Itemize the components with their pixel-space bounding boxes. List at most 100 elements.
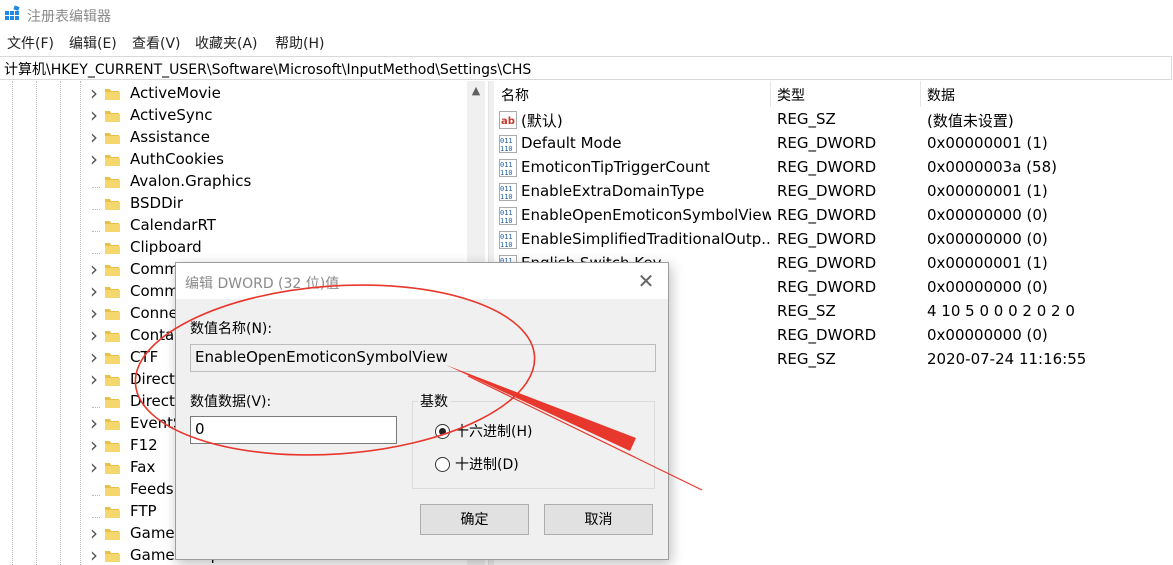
chevron-right-icon[interactable]: ›: [88, 125, 100, 149]
address-bar[interactable]: 计算机\HKEY_CURRENT_USER\Software\Microsoft…: [0, 56, 1172, 80]
tree-item[interactable]: › Fax: [88, 455, 155, 479]
value-row[interactable]: 011 110 EnableOpenEmoticonSymbolView REG_DW…: [494, 204, 1173, 228]
column-header-type[interactable]: 类型: [777, 85, 805, 105]
chevron-right-icon[interactable]: ›: [88, 455, 100, 479]
tree-item-label: ActiveSync: [130, 106, 213, 124]
chevron-right-icon[interactable]: ›: [88, 323, 100, 347]
folder-icon: [104, 153, 120, 166]
tree-item[interactable]: BSDDir: [88, 192, 183, 214]
tree-item[interactable]: › Conne: [88, 301, 178, 325]
folder-icon: [104, 505, 120, 518]
chevron-right-icon[interactable]: ›: [88, 367, 100, 391]
string-value-icon: ab: [499, 111, 517, 129]
value-data: 2020-07-24 11:16:55: [927, 350, 1087, 368]
folder-icon: [104, 351, 120, 364]
tree-guide-line: [36, 81, 37, 565]
tree-item[interactable]: › Direct: [88, 367, 175, 391]
value-data: 0x00000000 (0): [927, 230, 1048, 248]
chevron-right-icon[interactable]: ›: [88, 345, 100, 369]
folder-icon: [104, 219, 120, 232]
binary-value-icon: 011110: [499, 159, 517, 177]
tree-item[interactable]: Direct: [88, 390, 175, 412]
value-type: REG_DWORD: [777, 158, 877, 176]
value-data-input[interactable]: 0: [190, 416, 397, 444]
folder-icon: [104, 109, 120, 122]
value-data-label: 数值数据(V):: [190, 394, 272, 410]
value-row[interactable]: 011 110 EnableExtraDomainType REG_DWORD 0x00…: [494, 180, 1173, 204]
close-icon[interactable]: ✕: [634, 269, 658, 293]
chevron-right-icon[interactable]: ›: [88, 411, 100, 435]
dialog-title: 编辑 DWORD (32 位)值: [185, 276, 340, 292]
folder-icon: [104, 549, 120, 562]
value-name: Default Mode: [521, 134, 622, 152]
cancel-button[interactable]: 取消: [544, 504, 653, 535]
column-header-data[interactable]: 数据: [927, 85, 955, 105]
tree-guide-line: [60, 81, 61, 565]
menu-file[interactable]: 文件(F): [7, 33, 54, 53]
menu-view[interactable]: 查看(V): [132, 33, 181, 53]
value-row[interactable]: 011 110 Default Mode REG_DWORD 0x00000001 (1…: [494, 132, 1173, 156]
chevron-right-icon[interactable]: ›: [88, 103, 100, 127]
window-title: 注册表编辑器: [27, 9, 111, 25]
chevron-right-icon[interactable]: ›: [88, 279, 100, 303]
tree-item[interactable]: › Comm: [88, 279, 179, 303]
tree-item[interactable]: › AuthCookies: [88, 147, 224, 171]
column-separator[interactable]: [920, 81, 921, 107]
tree-item[interactable]: CalendarRT: [88, 214, 216, 236]
value-type: REG_DWORD: [777, 254, 877, 272]
tree-item[interactable]: › CTF: [88, 345, 159, 369]
chevron-right-icon[interactable]: ›: [88, 81, 100, 105]
base-group-title: 基数: [418, 391, 450, 411]
value-row[interactable]: ab (默认) REG_SZ (数值未设置): [494, 108, 1173, 132]
tree-item[interactable]: FTP: [88, 500, 157, 522]
value-row[interactable]: 011 110 EnableSimplifiedTraditionalOutp...…: [494, 228, 1173, 252]
tree-item[interactable]: › ActiveMovie: [88, 81, 221, 105]
chevron-right-icon[interactable]: ›: [88, 257, 100, 281]
tree-item[interactable]: › EventS: [88, 411, 183, 435]
chevron-right-icon[interactable]: ›: [88, 543, 100, 565]
tree-item[interactable]: › Assistance: [88, 125, 210, 149]
tree-item[interactable]: Avalon.Graphics: [88, 170, 251, 192]
column-separator[interactable]: [770, 81, 771, 107]
ok-button[interactable]: 确定: [420, 504, 529, 535]
tree-item[interactable]: › Conta: [88, 323, 174, 347]
tree-item-label: CTF: [130, 348, 159, 366]
tree-guide-line: [80, 81, 81, 565]
hex-radio[interactable]: 十六进制(H): [435, 421, 532, 441]
folder-icon: [104, 483, 120, 496]
chevron-right-icon[interactable]: ›: [88, 147, 100, 171]
tree-item[interactable]: › ActiveSync: [88, 103, 213, 127]
dec-radio[interactable]: 十进制(D): [435, 454, 519, 474]
tree-item-label: Avalon.Graphics: [130, 172, 252, 190]
tree-item[interactable]: › F12: [88, 433, 158, 457]
chevron-right-icon[interactable]: ›: [88, 433, 100, 457]
scroll-up-arrow-icon[interactable]: ▲: [467, 81, 485, 101]
tree-item-label: CalendarRT: [130, 216, 216, 234]
folder-icon: [104, 241, 120, 254]
tree-item[interactable]: Feeds: [88, 478, 174, 500]
chevron-right-icon[interactable]: ›: [88, 301, 100, 325]
value-row[interactable]: 011 110 EmoticonTipTriggerCount REG_DWORD 0x…: [494, 156, 1173, 180]
title-bar: 注册表编辑器: [0, 0, 1173, 30]
binary-value-icon: 011110: [499, 231, 517, 249]
chevron-right-icon[interactable]: ›: [88, 521, 100, 545]
tree-guide-line: [12, 81, 13, 565]
dec-radio-label: 十进制(D): [455, 457, 519, 473]
folder-icon: [104, 373, 120, 386]
tree-item-label: GameI: [130, 524, 180, 542]
column-header-name[interactable]: 名称: [501, 85, 529, 105]
value-data: 0x00000001 (1): [927, 134, 1048, 152]
tree-item-label: Conne: [130, 304, 178, 322]
menu-favorites[interactable]: 收藏夹(A): [195, 33, 258, 53]
radio-selected-icon: [435, 423, 450, 439]
value-type: REG_DWORD: [777, 134, 877, 152]
menu-edit[interactable]: 编辑(E): [69, 33, 117, 53]
radio-unselected-icon: [435, 456, 450, 472]
menu-help[interactable]: 帮助(H): [275, 33, 324, 53]
value-data: 0x00000000 (0): [927, 206, 1048, 224]
tree-item[interactable]: › Comm: [88, 257, 179, 281]
folder-icon: [104, 285, 120, 298]
tree-spacer: [88, 499, 100, 523]
tree-item[interactable]: › GameI: [88, 521, 180, 545]
tree-item[interactable]: Clipboard: [88, 236, 202, 258]
